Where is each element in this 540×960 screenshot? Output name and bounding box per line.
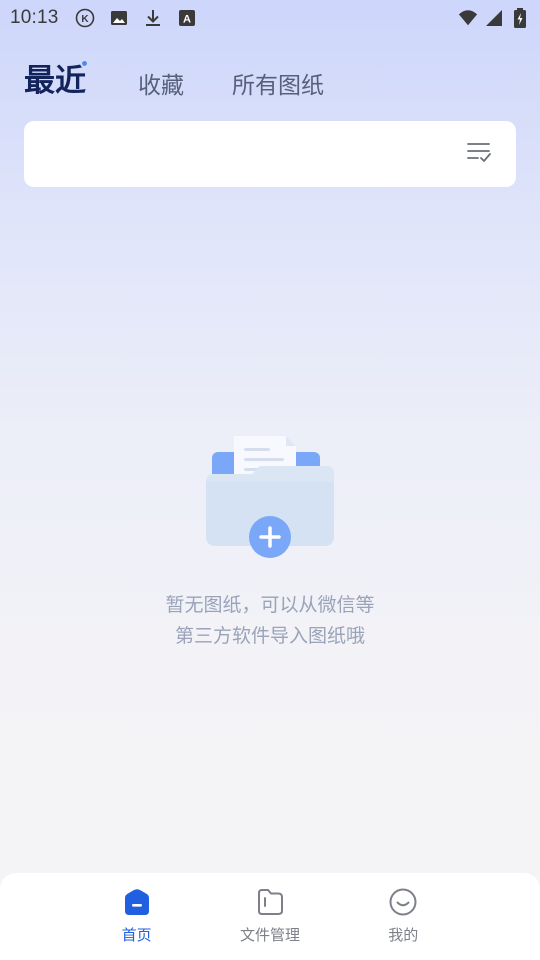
nav-file-manager[interactable]: 文件管理 [225,887,315,960]
wifi-icon [458,8,478,28]
empty-message: 暂无图纸，可以从微信等 第三方软件导入图纸哦 [165,590,374,652]
tab-favorites[interactable]: 收藏 [138,66,184,108]
empty-state: 暂无图纸，可以从微信等 第三方软件导入图纸哦 [0,430,540,652]
notification-icons: K A [75,8,197,28]
tab-all-drawings-label: 所有图纸 [232,73,324,99]
nav-home-label: 首页 [121,926,152,944]
profile-icon [388,887,418,917]
tab-all-drawings[interactable]: 所有图纸 [232,66,324,108]
tab-favorites-label: 收藏 [138,73,184,99]
tab-recent[interactable]: 最近 [24,55,89,108]
svg-text:K: K [81,14,89,25]
filter-check-icon[interactable] [466,140,492,168]
svg-text:A: A [183,14,191,26]
image-icon [109,8,129,28]
signal-icon [484,8,504,28]
nav-profile[interactable]: 我的 [358,887,448,960]
download-icon [143,8,163,28]
bottom-nav: 首页 文件管理 我的 [0,873,540,960]
empty-message-line1: 暂无图纸，可以从微信等 [165,594,375,616]
tab-recent-label: 最近 [24,63,86,99]
folder-add-icon [200,430,340,560]
filter-bar[interactable] [24,121,516,187]
folder-icon [255,887,285,917]
system-icons [458,8,530,28]
status-time: 10:13 [10,7,59,28]
a-badge-icon: A [177,8,197,28]
nav-home[interactable]: 首页 [92,887,182,960]
nav-profile-label: 我的 [388,926,419,944]
battery-icon [510,8,530,28]
empty-message-line2: 第三方软件导入图纸哦 [174,625,365,647]
status-bar: 10:13 K A [0,0,540,36]
tab-bar: 最近 收藏 所有图纸 [24,58,516,108]
home-icon [122,887,152,917]
active-dot-icon [80,59,89,68]
nav-file-manager-label: 文件管理 [239,926,300,944]
k-badge-icon: K [75,8,95,28]
